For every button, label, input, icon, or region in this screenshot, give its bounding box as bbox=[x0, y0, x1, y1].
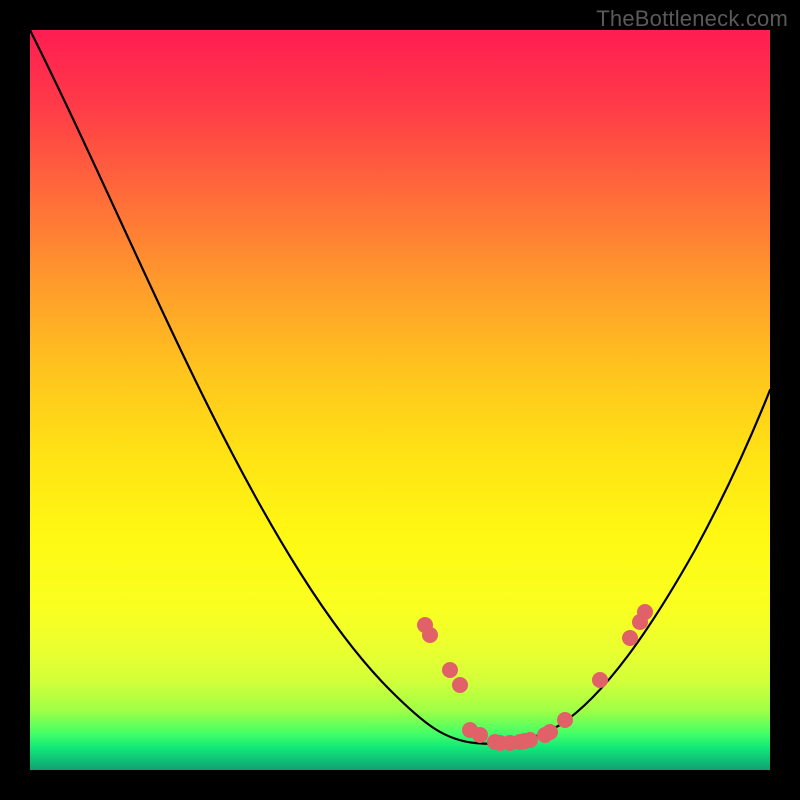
curve-marker bbox=[422, 627, 438, 643]
curve-layer bbox=[30, 30, 770, 770]
watermark-text: TheBottleneck.com bbox=[596, 6, 788, 32]
curve-marker bbox=[557, 712, 573, 728]
curve-marker bbox=[542, 724, 558, 740]
curve-marker bbox=[452, 677, 468, 693]
bottleneck-curve bbox=[30, 30, 770, 744]
curve-marker bbox=[637, 604, 653, 620]
curve-marker bbox=[442, 662, 458, 678]
curve-marker bbox=[592, 672, 608, 688]
curve-marker bbox=[622, 630, 638, 646]
curve-markers bbox=[417, 604, 653, 751]
plot-area bbox=[30, 30, 770, 770]
curve-marker bbox=[472, 727, 488, 743]
chart-frame: TheBottleneck.com bbox=[0, 0, 800, 800]
curve-marker bbox=[522, 732, 538, 748]
